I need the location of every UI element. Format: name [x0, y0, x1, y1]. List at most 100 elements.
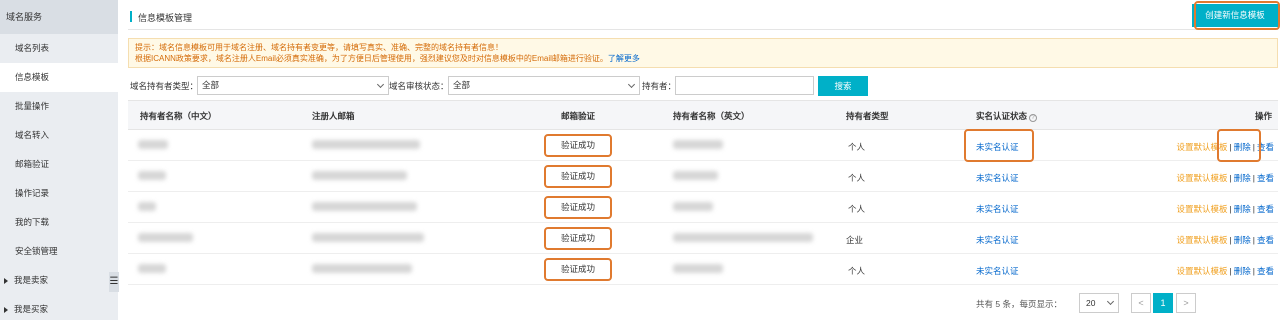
next-page-button[interactable]: > — [1176, 293, 1196, 313]
redacted-email — [312, 264, 412, 273]
sidebar-item-email-verify[interactable]: 邮箱验证 — [0, 150, 118, 179]
redacted-owner-en — [673, 171, 718, 180]
highlight-create-button — [1194, 1, 1280, 30]
row-actions: 设置默认模板 | 删除 | 查看 — [1177, 172, 1274, 184]
view-button[interactable]: 查看 — [1257, 204, 1274, 214]
delete-button[interactable]: 删除 — [1234, 266, 1251, 276]
owner-type-label: 域名持有者类型： — [130, 81, 199, 91]
table-row: 验证成功 企业 未实名认证 设置默认模板 | 删除 | 查看 — [128, 223, 1278, 254]
separator: | — [1229, 204, 1232, 214]
title-accent-bar — [130, 11, 132, 22]
separator: | — [1229, 235, 1232, 245]
sidebar-item-downloads[interactable]: 我的下载 — [0, 208, 118, 237]
owner-type-value: 全部 — [202, 80, 220, 90]
redacted-email — [312, 171, 407, 180]
sidebar-item-info-template[interactable]: 信息模板 — [0, 63, 118, 92]
chevron-down-icon — [376, 80, 385, 89]
page-size-select[interactable]: 20 — [1079, 293, 1119, 313]
holder-label: 持有者： — [642, 81, 677, 91]
row-actions: 设置默认模板 | 删除 | 查看 — [1177, 265, 1274, 277]
highlight-auth-status — [964, 129, 1034, 162]
owner-type: 个人 — [848, 204, 866, 214]
separator: | — [1252, 235, 1255, 245]
notice-line-1: 提示：域名信息模板可用于域名注册、域名持有者变更等，请填写真实、准确、完整的域名… — [135, 43, 503, 52]
owner-type-select[interactable]: 全部 — [197, 76, 389, 95]
delete-button[interactable]: 删除 — [1234, 204, 1251, 214]
col-owner-cn: 持有者名称（中文） — [140, 111, 217, 121]
caret-right-icon — [4, 306, 8, 313]
prev-page-button[interactable]: < — [1131, 293, 1151, 313]
auth-status-link[interactable]: 未实名认证 — [976, 203, 1019, 215]
sidebar-item-op-log[interactable]: 操作记录 — [0, 179, 118, 208]
main-content: 信息模板管理 创建新信息模板 提示：域名信息模板可用于域名注册、域名持有者变更等… — [118, 0, 1280, 320]
redacted-owner-en — [673, 202, 713, 211]
caret-right-icon — [4, 277, 8, 284]
delete-button[interactable]: 删除 — [1234, 235, 1251, 245]
pager-summary: 共有 5 条，每页显示： — [976, 299, 1062, 309]
sidebar-group-label: 我是卖家 — [14, 275, 49, 285]
filter-bar: 域名持有者类型： 全部 域名审核状态： 全部 持有者： 搜索 — [128, 76, 1278, 96]
redacted-owner-cn — [138, 171, 166, 180]
owner-type: 个人 — [848, 266, 866, 276]
col-email: 注册人邮箱 — [312, 111, 355, 121]
search-button[interactable]: 搜索 — [818, 76, 868, 96]
delete-button[interactable]: 删除 — [1234, 173, 1251, 183]
set-default-button[interactable]: 设置默认模板 — [1177, 266, 1228, 276]
separator: | — [1229, 173, 1232, 183]
view-button[interactable]: 查看 — [1257, 173, 1274, 183]
template-table: 持有者名称（中文） 注册人邮箱 邮箱验证 持有者名称（英文） 持有者类型 实名认… — [128, 100, 1278, 285]
audit-status-value: 全部 — [453, 80, 471, 90]
set-default-button[interactable]: 设置默认模板 — [1177, 235, 1228, 245]
page-header: 信息模板管理 创建新信息模板 — [128, 4, 1278, 30]
redacted-owner-en — [673, 140, 723, 149]
owner-type: 个人 — [848, 142, 866, 152]
chevron-down-icon — [1106, 297, 1115, 306]
col-owner-type: 持有者类型 — [846, 111, 889, 121]
auth-status-link[interactable]: 未实名认证 — [976, 265, 1019, 277]
sidebar-item-domain-list[interactable]: 域名列表 — [0, 34, 118, 63]
notice-line-2: 根据ICANN政策要求，域名注册人Email必须真实准确，为了方便日后管理使用，… — [135, 53, 1271, 64]
sidebar-item-domain-transfer[interactable]: 域名转入 — [0, 121, 118, 150]
col-auth-status-label: 实名认证状态 — [976, 111, 1028, 121]
redacted-email — [312, 140, 420, 149]
col-actions: 操作 — [1254, 111, 1272, 121]
email-verified-badge: 验证成功 — [544, 196, 612, 219]
auth-status-link[interactable]: 未实名认证 — [976, 172, 1019, 184]
email-verified-badge: 验证成功 — [544, 134, 612, 157]
row-actions: 设置默认模板 | 删除 | 查看 — [1177, 234, 1274, 246]
page-1-button[interactable]: 1 — [1153, 293, 1173, 313]
help-icon[interactable]: ? — [1029, 114, 1038, 122]
col-owner-en: 持有者名称（英文） — [673, 111, 750, 121]
col-email-verify: 邮箱验证 — [561, 111, 596, 121]
set-default-button[interactable]: 设置默认模板 — [1177, 204, 1228, 214]
sidebar-group-seller[interactable]: 我是卖家 — [0, 266, 118, 295]
chevron-down-icon — [627, 80, 636, 89]
redacted-owner-cn — [138, 264, 166, 273]
separator: | — [1252, 204, 1255, 214]
redacted-owner-cn — [138, 202, 156, 211]
table-row: 验证成功 个人 未实名认证 设置默认模板 | 删除 | 查看 — [128, 254, 1278, 285]
learn-more-link[interactable]: 了解更多 — [608, 54, 640, 63]
view-button[interactable]: 查看 — [1257, 235, 1274, 245]
redacted-email — [312, 202, 417, 211]
sidebar: 域名服务 域名列表 信息模板 批量操作 域名转入 邮箱验证 操作记录 我的下载 … — [0, 0, 119, 320]
set-default-button[interactable]: 设置默认模板 — [1177, 173, 1228, 183]
owner-type: 企业 — [846, 235, 864, 245]
redacted-owner-cn — [138, 140, 168, 149]
audit-status-select[interactable]: 全部 — [448, 76, 640, 95]
sidebar-title: 域名服务 — [0, 0, 118, 34]
email-verified-badge: 验证成功 — [544, 165, 612, 188]
notice-line-2-text: 根据ICANN政策要求，域名注册人Email必须真实准确，为了方便日后管理使用，… — [135, 54, 608, 63]
separator: | — [1252, 173, 1255, 183]
sidebar-group-label: 我是买家 — [14, 304, 49, 314]
sidebar-group-buyer[interactable]: 我是买家 — [0, 295, 118, 320]
sidebar-item-batch-ops[interactable]: 批量操作 — [0, 92, 118, 121]
email-verified-badge: 验证成功 — [544, 258, 612, 281]
view-button[interactable]: 查看 — [1257, 266, 1274, 276]
notice-banner: 提示：域名信息模板可用于域名注册、域名持有者变更等，请填写真实、准确、完整的域名… — [128, 38, 1278, 68]
auth-status-link[interactable]: 未实名认证 — [976, 234, 1019, 246]
audit-status-label: 域名审核状态： — [389, 81, 449, 91]
sidebar-item-security-lock[interactable]: 安全锁管理 — [0, 237, 118, 266]
owner-type: 个人 — [848, 173, 866, 183]
holder-input[interactable] — [675, 76, 814, 95]
